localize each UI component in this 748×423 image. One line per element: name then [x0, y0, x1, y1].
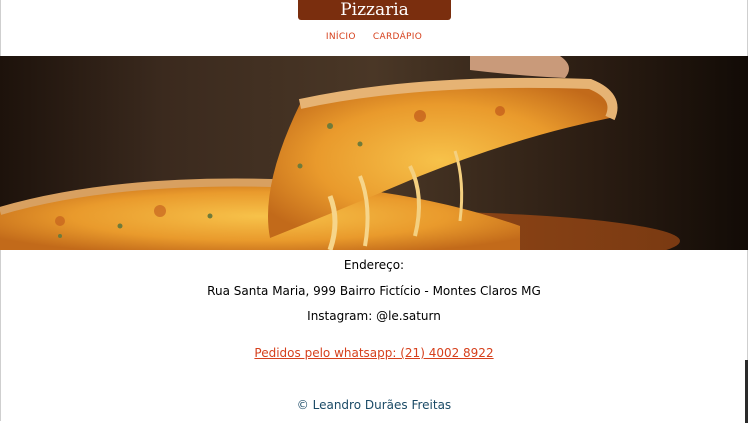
herb [207, 213, 213, 219]
whatsapp-order-link[interactable]: Pedidos pelo whatsapp: (21) 4002 8922 [254, 346, 493, 360]
main-nav: INÍCIO CARDÁPIO [0, 32, 748, 42]
site-header: Pizzaria Unimontes INÍCIO CARDÁPIO [0, 0, 748, 56]
browned-spot [495, 106, 505, 116]
hero-pizza-image [0, 56, 748, 250]
address-label: Endereço: [343, 258, 405, 272]
pizza-illustration [0, 56, 680, 250]
instagram-text: Instagram: @le.saturn [307, 309, 441, 323]
nav-link-inicio[interactable]: INÍCIO [326, 32, 356, 42]
herb [327, 123, 333, 129]
browned-spot [55, 216, 65, 226]
herb [357, 141, 363, 147]
herb [58, 234, 62, 238]
browned-spot [154, 205, 166, 217]
herb [297, 163, 303, 169]
footer-copyright: © Leandro Durães Freitas [296, 398, 452, 412]
brand-logo[interactable]: Pizzaria Unimontes [298, 0, 451, 40]
herb [117, 223, 123, 229]
browned-spot [414, 110, 426, 122]
hand [470, 56, 569, 78]
order-section: Pedidos pelo whatsapp: (21) 4002 8922 [0, 346, 748, 360]
nav-link-cardapio[interactable]: CARDÁPIO [373, 32, 422, 42]
address-text: Rua Santa Maria, 999 Bairro Fictício - M… [207, 284, 541, 298]
